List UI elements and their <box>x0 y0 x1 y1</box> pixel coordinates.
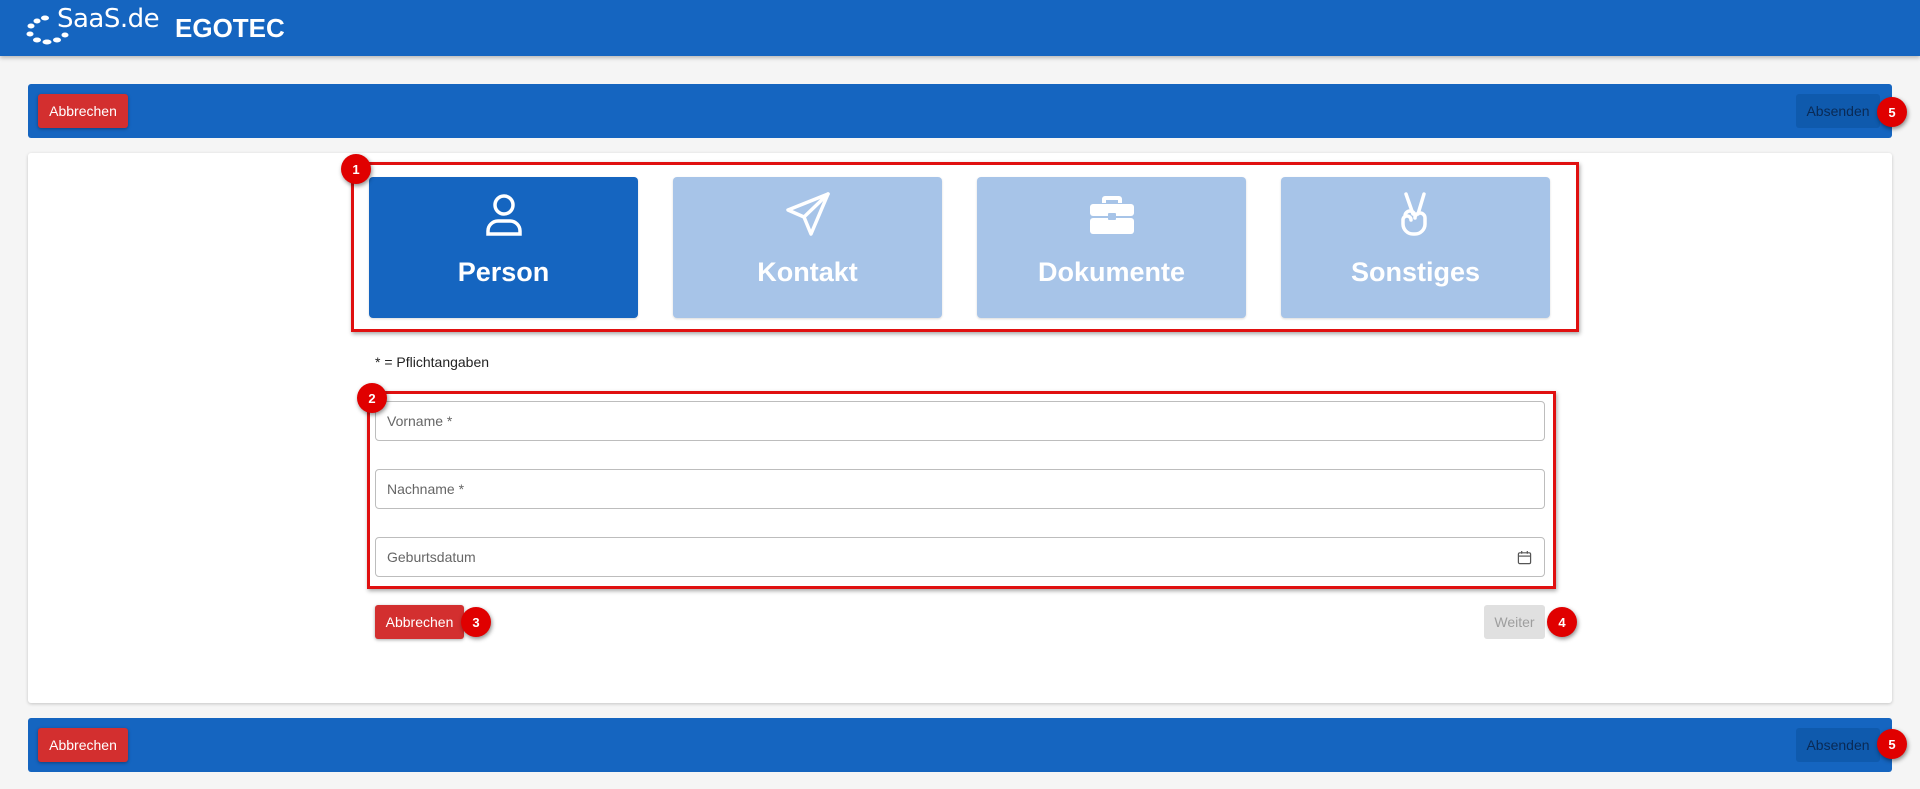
top-cancel-button[interactable]: Abbrechen <box>38 94 128 128</box>
annotation-box-steps <box>351 162 1579 332</box>
bottom-cancel-button[interactable]: Abbrechen <box>38 728 128 762</box>
required-fields-note: * = Pflichtangaben <box>375 354 490 370</box>
top-submit-button[interactable]: Absenden <box>1796 94 1880 128</box>
annotation-badge-4: 4 <box>1547 607 1577 637</box>
annotation-badge-3: 3 <box>461 607 491 637</box>
bottom-submit-button[interactable]: Absenden <box>1796 728 1880 762</box>
next-button[interactable]: Weiter <box>1484 605 1545 639</box>
annotation-badge-1: 1 <box>341 154 371 184</box>
saas-logo[interactable]: SaaS.de <box>25 4 160 46</box>
annotation-badge-2: 2 <box>357 383 387 413</box>
form-cancel-button[interactable]: Abbrechen <box>375 605 464 639</box>
annotation-box-fields <box>367 391 1556 589</box>
bottom-action-bar: Abbrechen Absenden <box>28 718 1892 772</box>
annotation-badge-5-top: 5 <box>1877 97 1907 127</box>
app-header: SaaS.de EGOTEC <box>0 0 1920 56</box>
logo-text: SaaS.de <box>57 4 160 34</box>
app-title: EGOTEC <box>175 13 285 43</box>
annotation-badge-5-bottom: 5 <box>1877 729 1907 759</box>
top-action-bar: Abbrechen Absenden <box>28 84 1892 138</box>
